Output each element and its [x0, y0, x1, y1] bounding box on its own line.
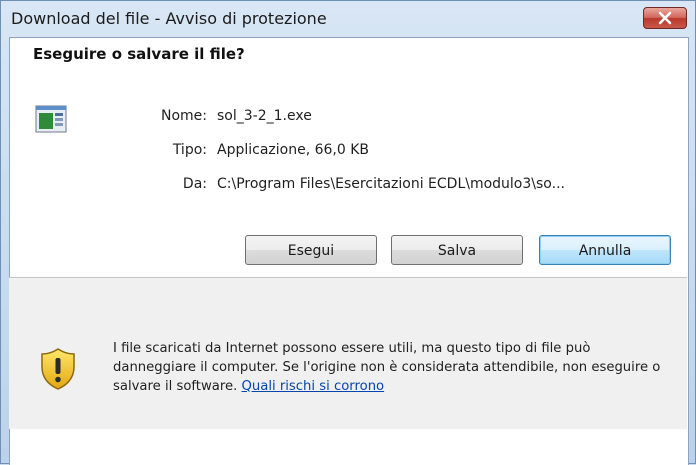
title-bar[interactable]: Download del file - Avviso di protezione: [1, 1, 696, 37]
download-dialog-window: Download del file - Avviso di protezione…: [0, 0, 696, 465]
from-value: C:\Program Files\Esercitazioni ECDL\modu…: [217, 176, 565, 192]
security-warning: I file scaricati da Internet possono ess…: [113, 339, 673, 396]
close-button[interactable]: [643, 7, 687, 29]
run-button[interactable]: Esegui: [245, 235, 377, 265]
risks-link[interactable]: Quali rischi si corrono: [242, 379, 385, 394]
close-icon: [658, 11, 672, 25]
type-label: Tipo:: [172, 142, 207, 158]
name-value: sol_3-2_1.exe: [217, 108, 312, 124]
from-label: Da:: [182, 176, 207, 192]
security-shield-icon: [39, 347, 77, 395]
cancel-button[interactable]: Annulla: [539, 235, 671, 265]
type-value: Applicazione, 66,0 KB: [217, 142, 370, 158]
dialog-heading: Eseguire o salvare il file?: [33, 45, 245, 63]
save-button[interactable]: Salva: [391, 235, 523, 265]
application-icon: [35, 104, 69, 140]
name-label: Nome:: [160, 108, 207, 124]
window-title: Download del file - Avviso di protezione: [11, 9, 327, 28]
warning-text: I file scaricati da Internet possono ess…: [113, 341, 661, 394]
